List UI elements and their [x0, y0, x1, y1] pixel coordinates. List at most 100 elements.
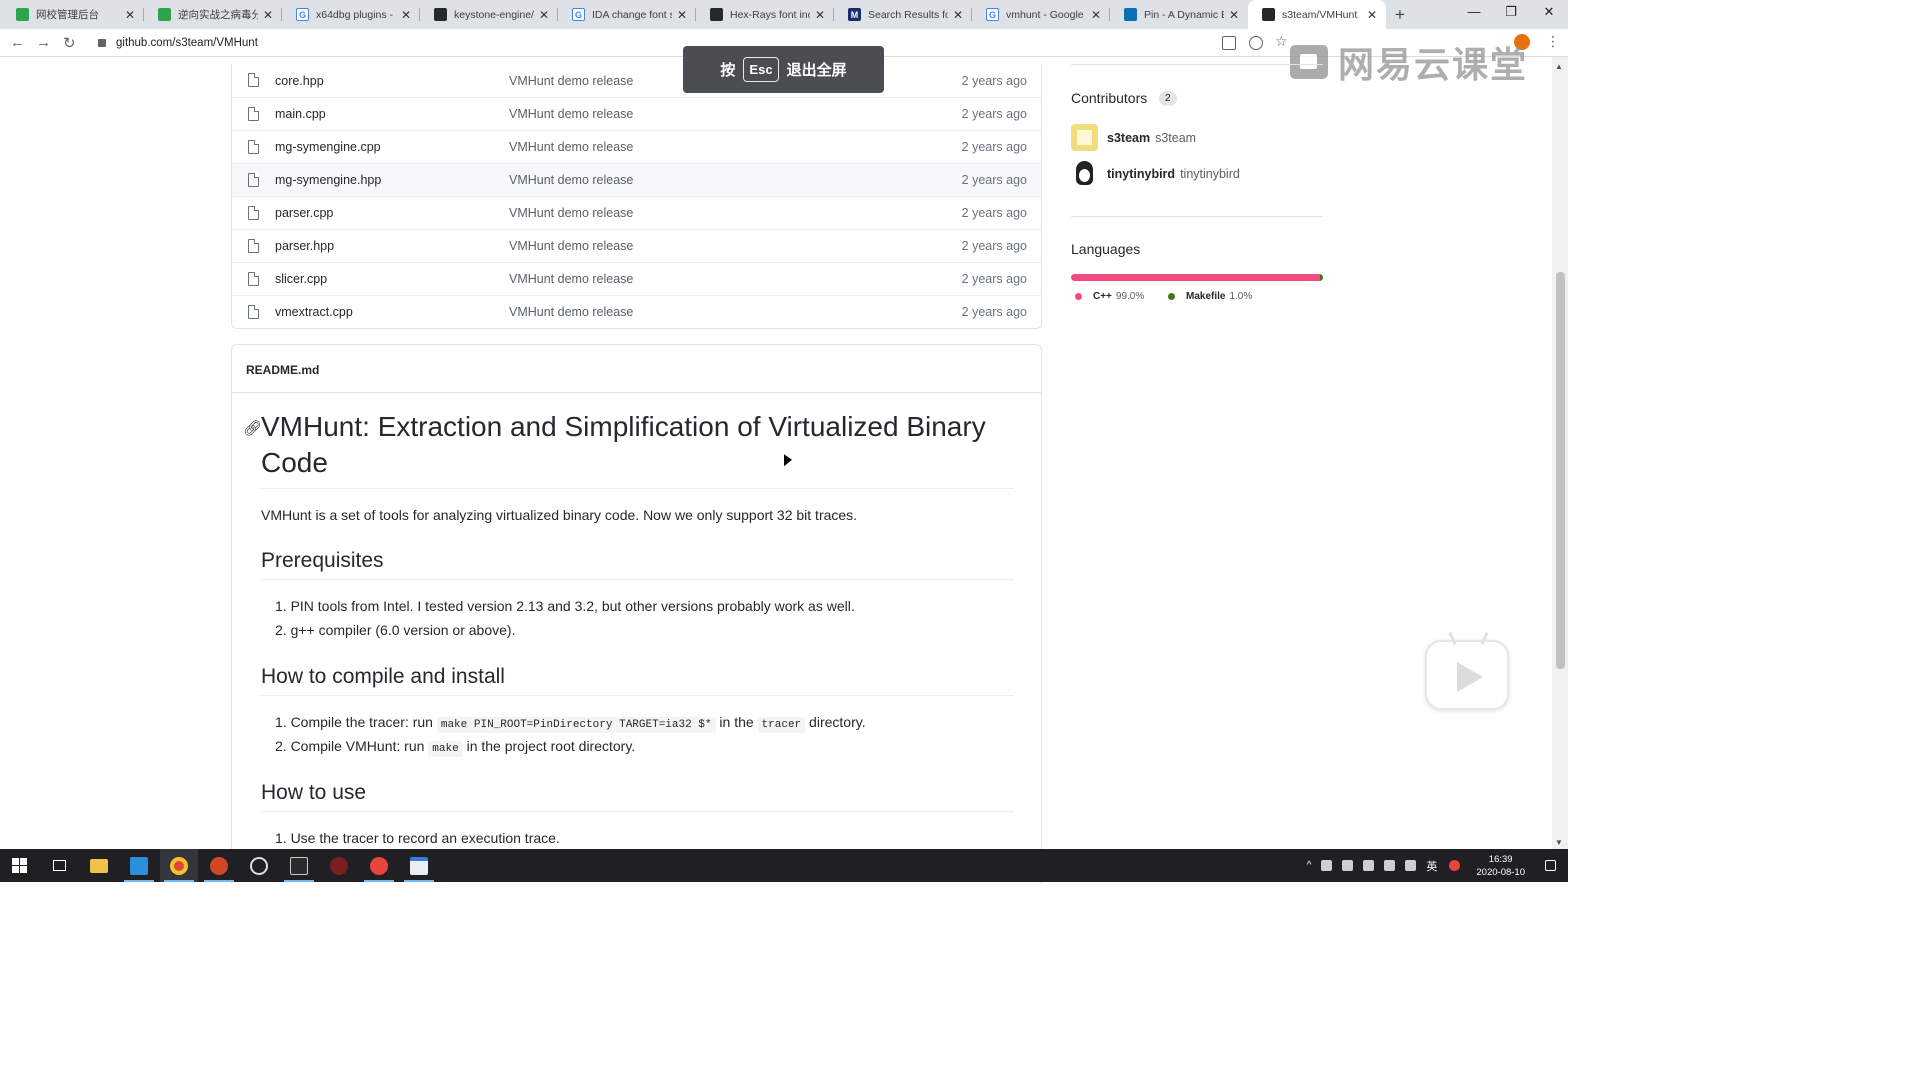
new-tab-button[interactable]: +: [1395, 5, 1405, 25]
sogou-ime-icon[interactable]: [1449, 860, 1461, 871]
notepad-icon[interactable]: [400, 849, 438, 882]
commit-message-link[interactable]: VMHunt demo release: [509, 305, 633, 319]
commit-message-link[interactable]: VMHunt demo release: [509, 173, 633, 187]
forward-icon[interactable]: →: [36, 34, 51, 51]
file-name-link[interactable]: parser.hpp: [275, 239, 334, 253]
file-name-link[interactable]: vmextract.cpp: [275, 305, 353, 319]
chrome-icon[interactable]: [160, 849, 198, 882]
close-icon[interactable]: ✕: [1228, 8, 1240, 22]
list-item: 1. Use the tracer to record an execution…: [275, 830, 560, 846]
file-name-link[interactable]: mg-symengine.hpp: [275, 173, 381, 187]
tray-expand-icon[interactable]: ^: [1307, 860, 1312, 871]
bookmark-star-icon[interactable]: ☆: [1275, 33, 1289, 49]
file-row[interactable]: mg-symengine.cpp VMHunt demo release 2 y…: [232, 130, 1041, 163]
compile-list: 1. Compile the tracer: run make PIN_ROOT…: [275, 710, 866, 758]
translate-icon[interactable]: [1222, 36, 1236, 50]
file-row[interactable]: main.cpp VMHunt demo release 2 years ago: [232, 97, 1041, 130]
back-icon[interactable]: ←: [10, 34, 25, 51]
commit-message-link[interactable]: VMHunt demo release: [509, 140, 633, 154]
readme-filename[interactable]: README.md: [246, 363, 319, 377]
close-icon[interactable]: ✕: [676, 8, 688, 22]
windows-taskbar: ^ 英 16:39 2020-08-10: [0, 849, 1568, 882]
file-name-link[interactable]: slicer.cpp: [275, 272, 327, 286]
browser-tab[interactable]: Pin - A Dynamic Bin ✕: [1110, 0, 1248, 29]
language-item[interactable]: Makefile 1.0%: [1168, 291, 1252, 302]
debugger-icon[interactable]: [320, 849, 358, 882]
s3team-avatar[interactable]: [1071, 124, 1098, 151]
penguin-avatar[interactable]: [1071, 160, 1098, 187]
close-icon[interactable]: ✕: [124, 8, 136, 22]
language-item[interactable]: C++ 99.0%: [1075, 291, 1144, 302]
browser-tab[interactable]: 逆向实战之病毒分析 ✕: [144, 0, 282, 29]
minimize-icon[interactable]: —: [1459, 4, 1489, 19]
tab-title: Search Results for ': [868, 8, 948, 21]
window-close-icon[interactable]: ✕: [1534, 4, 1564, 20]
file-explorer-icon[interactable]: [80, 849, 118, 882]
commit-message-link[interactable]: VMHunt demo release: [509, 107, 633, 121]
task-view-icon[interactable]: [40, 849, 78, 882]
link-anchor-icon[interactable]: 🔗︎: [243, 419, 262, 437]
file-row[interactable]: vmextract.cpp VMHunt demo release 2 year…: [232, 295, 1041, 328]
network-icon[interactable]: [1384, 860, 1396, 871]
file-row[interactable]: mg-symengine.hpp VMHunt demo release 2 y…: [232, 163, 1041, 196]
browser-tab[interactable]: M Search Results for ' ✕: [834, 0, 972, 29]
browser-tab[interactable]: G IDA change font siz ✕: [558, 0, 696, 29]
file-row[interactable]: parser.cpp VMHunt demo release 2 years a…: [232, 196, 1041, 229]
volume-icon[interactable]: [1405, 860, 1417, 871]
close-icon[interactable]: ✕: [538, 8, 550, 22]
scroll-down-icon[interactable]: ▼: [1555, 838, 1563, 847]
commit-message-link[interactable]: VMHunt demo release: [509, 272, 633, 286]
mindmap-icon[interactable]: [360, 849, 398, 882]
vscode-icon[interactable]: [120, 849, 158, 882]
browser-tab[interactable]: Hex-Rays font incon ✕: [696, 0, 834, 29]
close-icon[interactable]: ✕: [400, 8, 412, 22]
file-name-link[interactable]: parser.cpp: [275, 206, 333, 220]
close-icon[interactable]: ✕: [1366, 8, 1378, 22]
list-text: 2. Compile VMHunt: run: [275, 738, 429, 754]
terminal-icon[interactable]: [280, 849, 318, 882]
reload-icon[interactable]: ↻: [63, 34, 76, 52]
scrollbar-thumb[interactable]: [1556, 272, 1565, 669]
file-row[interactable]: slicer.cpp VMHunt demo release 2 years a…: [232, 262, 1041, 295]
close-icon[interactable]: ✕: [1090, 8, 1102, 22]
commit-message-link[interactable]: VMHunt demo release: [509, 206, 633, 220]
close-icon[interactable]: ✕: [952, 8, 964, 22]
floating-play-button[interactable]: [1425, 631, 1509, 710]
browser-tab[interactable]: 网校管理后台 ✕: [2, 0, 144, 29]
list-item: 1. PIN tools from Intel. I tested versio…: [275, 598, 855, 614]
browser-tab[interactable]: keystone-engine/ke ✕: [420, 0, 558, 29]
browser-tab[interactable]: G vmhunt - Google Se ✕: [972, 0, 1110, 29]
battery-icon[interactable]: [1342, 860, 1354, 871]
file-row[interactable]: parser.hpp VMHunt demo release 2 years a…: [232, 229, 1041, 262]
capture-icon[interactable]: [240, 849, 278, 882]
file-row[interactable]: core.hpp VMHunt demo release 2 years ago: [232, 64, 1041, 97]
tab-title: 网校管理后台: [36, 9, 99, 21]
commit-age: 2 years ago: [961, 239, 1027, 253]
file-name-link[interactable]: main.cpp: [275, 107, 326, 121]
microphone-icon[interactable]: [1363, 860, 1375, 871]
scroll-up-icon[interactable]: ▲: [1555, 62, 1563, 71]
contributor-item[interactable]: tinytinybird tinytinybird: [1071, 160, 1240, 187]
tray-app-icon[interactable]: [1321, 860, 1333, 871]
close-icon[interactable]: ✕: [262, 8, 274, 22]
commit-message-link[interactable]: VMHunt demo release: [509, 74, 633, 88]
windows-start-icon[interactable]: [0, 849, 38, 882]
taskbar-clock[interactable]: 16:39 2020-08-10: [1476, 853, 1525, 879]
contributor-login[interactable]: s3team: [1107, 131, 1150, 145]
notification-icon[interactable]: [1545, 860, 1556, 871]
file-name-link[interactable]: mg-symengine.cpp: [275, 140, 381, 154]
contributor-login[interactable]: tinytinybird: [1107, 167, 1175, 181]
browser-tab[interactable]: G x64dbg plugins - Go ✕: [282, 0, 420, 29]
file-name-link[interactable]: core.hpp: [275, 74, 324, 88]
contributors-heading[interactable]: Contributors: [1071, 90, 1147, 106]
browser-tab-active[interactable]: s3team/VMHunt ✕: [1248, 0, 1386, 29]
restore-icon[interactable]: ❐: [1496, 4, 1526, 20]
close-icon[interactable]: ✕: [814, 8, 826, 22]
powerpoint-icon[interactable]: [200, 849, 238, 882]
input-method-indicator[interactable]: 英: [1426, 858, 1437, 874]
zoom-icon[interactable]: [1249, 36, 1263, 50]
google-icon: G: [572, 8, 585, 21]
more-menu-icon[interactable]: ⋮: [1546, 33, 1560, 49]
commit-message-link[interactable]: VMHunt demo release: [509, 239, 633, 253]
contributor-item[interactable]: s3team s3team: [1071, 124, 1196, 151]
